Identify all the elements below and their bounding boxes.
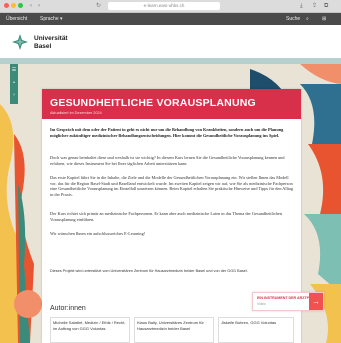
tabs-icon[interactable]: ⧉ [324,2,328,10]
course-updated-date: Aktualisiert im Dezember 2024 [50,111,102,115]
course-paragraph-2: Das erste Kapitel führt Sie in die Inhal… [50,175,294,197]
grid-icon[interactable]: ⊞ [322,13,326,25]
minimize-window-icon[interactable] [11,3,16,8]
author-card: Michelle Salathé, Medizin / Ethik / Rech… [50,317,130,343]
course-paragraph-3: Der Kurs richtet sich primär an medizini… [50,211,282,222]
maximize-window-icon[interactable] [18,3,23,8]
course-card: GESUNDHEITLICHE VORAUSPLANUNG Aktualisie… [42,89,324,343]
course-title: GESUNDHEITLICHE VORAUSPLANUNG [50,97,256,109]
address-bar[interactable]: e-learn.easi-uhbs.ch [108,2,220,10]
author-card: Klaus Bally, Universitäres Zentrum für H… [134,317,214,343]
cta-sublabel: Video [257,302,266,306]
language-dropdown[interactable]: Sprache ▾ [40,13,63,25]
course-paragraph-4: Wir wünschen Ihnen ein aufschlussreiches… [50,231,146,236]
authors-heading: Autor:innen [50,305,86,312]
share-icon[interactable]: ⇪ [312,2,317,10]
course-paragraph-1: Doch was genau beinhaltet diese und wesh… [50,155,285,166]
download-icon[interactable]: ⤓ [300,2,303,10]
nav-overview-link[interactable]: Übersicht [6,13,27,25]
forward-button[interactable]: › [38,2,40,10]
browser-toolbar: ‹ › ↻ e-learn.easi-uhbs.ch ⤓ ⇪ ⧉ [0,0,341,13]
university-basel-logo[interactable] [12,34,28,50]
reload-button[interactable]: ↻ [96,2,101,10]
close-window-icon[interactable] [4,3,9,8]
author-card: Jiskelle Bohren, GGG Voluntas [218,317,294,343]
university-name: Universität Basel [34,35,68,50]
menu-icon[interactable]: ☰ [10,67,18,73]
search-link[interactable]: Suche [286,13,300,25]
instrument-video-button[interactable]: EIN INSTRUMENT DER ARZTPRAXIS Video → [252,292,324,311]
course-hero: GESUNDHEITLICHE VORAUSPLANUNG Aktualisie… [42,89,301,119]
back-button[interactable]: ‹ [30,2,32,10]
next-chapter-icon[interactable]: › [10,92,18,98]
university-header: Universität Basel [0,25,341,58]
search-icon[interactable]: ⌕ [306,13,309,25]
course-sidebar: ☰ • › [10,64,18,104]
arrow-right-icon[interactable]: → [309,293,323,310]
progress-dot-icon[interactable]: • [10,80,18,86]
support-note: Dieses Projekt wird unterstützt vom Univ… [50,269,248,273]
course-intro: Im Gespräch mit dem oder der Patient in … [50,127,284,138]
top-navigation: Übersicht Sprache ▾ Suche ⌕ ⊞ [0,13,341,25]
